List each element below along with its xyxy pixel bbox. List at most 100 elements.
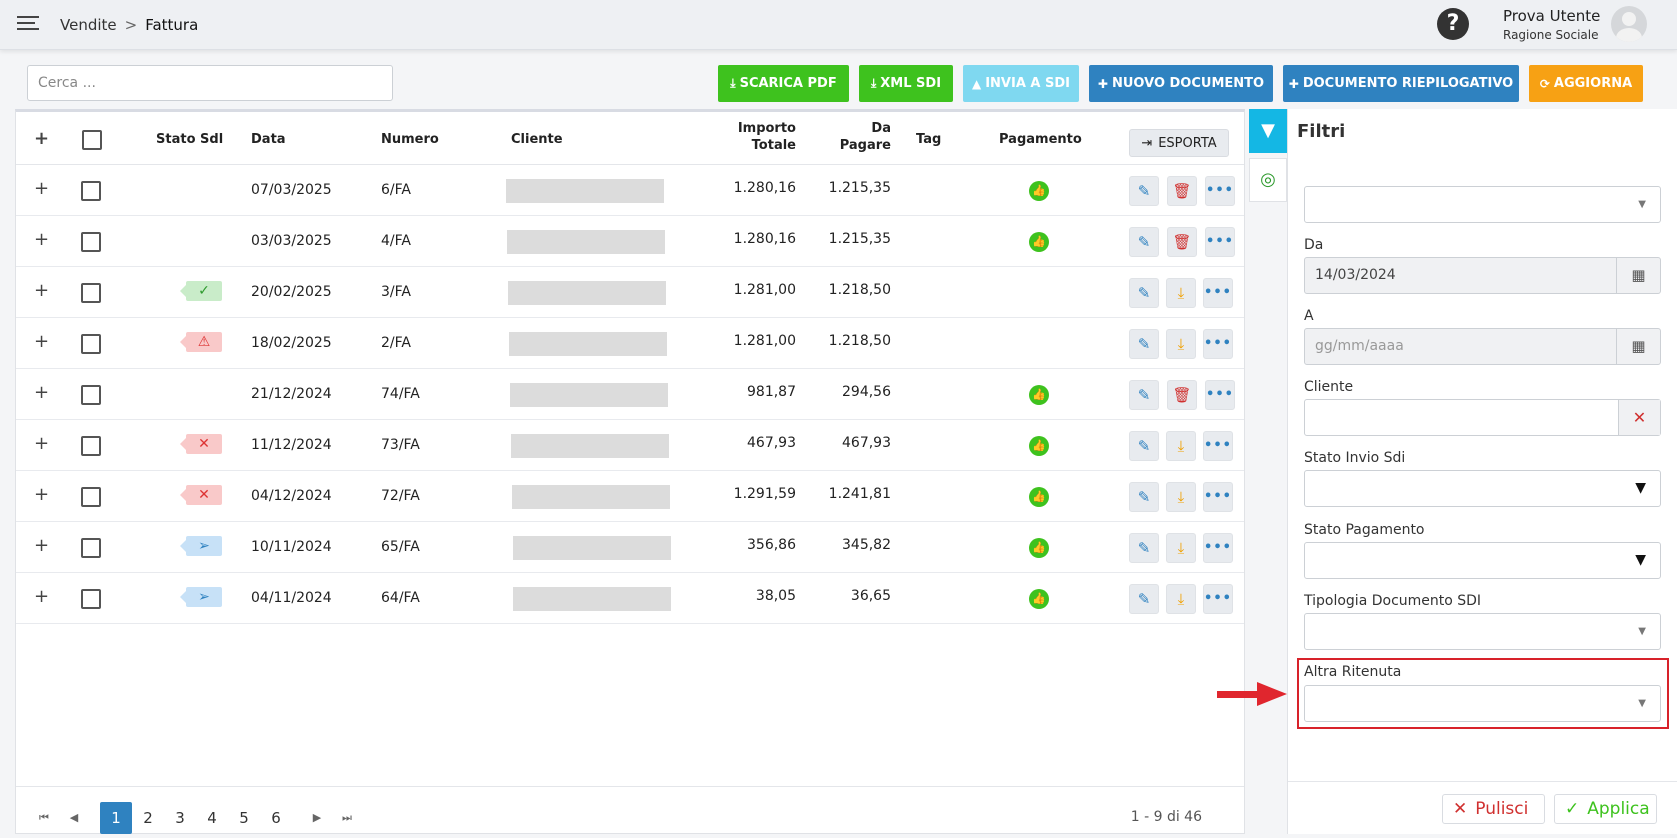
first-page-icon[interactable]: ⏮ [28,802,60,834]
calendar-icon[interactable]: ▦ [1616,329,1660,364]
da-date-input[interactable]: 14/03/2024 ▦ [1304,257,1661,294]
page-button[interactable]: 6 [260,802,292,834]
menu-icon[interactable] [17,16,39,32]
altra-ritenuta-select[interactable]: ▼ [1304,685,1661,722]
download-icon[interactable]: ⤓ [1166,278,1196,308]
col-da-pagare[interactable]: Da Pagare [806,120,891,154]
col-cliente[interactable]: Cliente [511,132,563,147]
download-icon[interactable]: ⤓ [1166,329,1196,359]
download-icon[interactable]: ⤓ [1166,431,1196,461]
table-row[interactable]: + ✕ 11/12/2024 73/FA 467,93 467,93 👍 ✎ ⤓ ••• [16,420,1244,471]
xml-sdi-button[interactable]: ⤓ XML SDI [859,65,953,102]
col-stato-sdi[interactable]: Stato Sdl [156,132,223,147]
stato-invio-select[interactable]: ▼ [1304,470,1661,507]
more-icon[interactable]: ••• [1203,533,1233,563]
table-row[interactable]: + ⚠ 18/02/2025 2/FA 1.281,00 1.218,50 ✎ ⤓ ••• [16,318,1244,369]
expand-row-icon[interactable]: + [34,178,49,199]
more-icon[interactable]: ••• [1205,380,1235,410]
expand-row-icon[interactable]: + [34,280,49,301]
row-checkbox[interactable] [81,232,101,252]
aggiorna-button[interactable]: ⟳ AGGIORNA [1529,65,1643,102]
scarica-pdf-button[interactable]: ⤓ SCARICA PDF [718,65,849,102]
more-icon[interactable]: ••• [1205,227,1235,257]
expand-row-icon[interactable]: + [34,433,49,454]
clear-icon[interactable]: ✕ [1618,400,1660,435]
download-icon[interactable]: ⤓ [1166,584,1196,614]
edit-icon[interactable]: ✎ [1129,533,1159,563]
more-icon[interactable]: ••• [1203,482,1233,512]
expand-row-icon[interactable]: + [34,229,49,250]
col-pagamento[interactable]: Pagamento [999,132,1082,147]
download-icon[interactable]: ⤓ [1166,533,1196,563]
row-checkbox[interactable] [81,589,101,609]
edit-icon[interactable]: ✎ [1129,278,1159,308]
page-button[interactable]: 2 [132,802,164,834]
expand-row-icon[interactable]: + [34,586,49,607]
esporta-button[interactable]: ⇥ ESPORTA [1129,129,1229,157]
edit-icon[interactable]: ✎ [1129,329,1159,359]
table-row[interactable]: +21/12/2024 74/FA 981,87 294,56 👍 ✎ 🗑 ••• [16,369,1244,420]
nuovo-documento-button[interactable]: ✚ NUOVO DOCUMENTO [1089,65,1273,102]
edit-icon[interactable]: ✎ [1129,176,1159,206]
delete-icon[interactable]: 🗑 [1167,176,1197,206]
row-checkbox[interactable] [81,181,101,201]
more-icon[interactable]: ••• [1205,176,1235,206]
more-icon[interactable]: ••• [1203,431,1233,461]
avatar[interactable] [1611,6,1647,42]
prev-page-icon[interactable]: ◀ [58,802,90,834]
col-data[interactable]: Data [251,132,286,147]
pulisci-button[interactable]: ✕ Pulisci [1442,794,1545,824]
row-checkbox[interactable] [81,283,101,303]
breadcrumb-vendite[interactable]: Vendite [60,16,117,34]
table-row[interactable]: +03/03/2025 4/FA 1.280,16 1.215,35 👍 ✎ 🗑 ••• [16,216,1244,267]
row-checkbox[interactable] [81,334,101,354]
tipologia-select[interactable]: ▼ [1304,613,1661,650]
edit-icon[interactable]: ✎ [1129,431,1159,461]
row-checkbox[interactable] [81,487,101,507]
table-row[interactable]: +07/03/2025 6/FA 1.280,16 1.215,35 👍 ✎ 🗑 ••• [16,165,1244,216]
col-importo-totale[interactable]: Importo Totale [706,120,796,154]
documento-riepilogativo-button[interactable]: ✚ DOCUMENTO RIEPILOGATIVO [1283,65,1519,102]
cliente-input[interactable]: ✕ [1304,399,1661,436]
download-icon[interactable]: ⤓ [1166,482,1196,512]
help-icon[interactable]: ? [1437,8,1469,40]
table-row[interactable]: + ➢ 04/11/2024 64/FA 38,05 36,65 👍 ✎ ⤓ ••• [16,573,1244,624]
a-date-input[interactable]: gg/mm/aaaa ▦ [1304,328,1661,365]
applica-button[interactable]: ✓ Applica [1554,794,1657,824]
row-checkbox[interactable] [81,436,101,456]
edit-icon[interactable]: ✎ [1129,482,1159,512]
expand-row-icon[interactable]: + [34,382,49,403]
page-button[interactable]: 3 [164,802,196,834]
lifebuoy-icon[interactable]: ◎ [1249,158,1287,202]
more-icon[interactable]: ••• [1203,584,1233,614]
row-checkbox[interactable] [81,538,101,558]
expand-row-icon[interactable]: + [34,535,49,556]
invia-sdi-button[interactable]: ▲ INVIA A SDI [963,65,1079,102]
select-all-checkbox[interactable] [82,130,102,150]
expand-row-icon[interactable]: + [34,331,49,352]
page-button[interactable]: 1 [100,802,132,834]
row-checkbox[interactable] [81,385,101,405]
next-page-icon[interactable]: ▶ [301,802,333,834]
search-input[interactable] [27,65,393,101]
edit-icon[interactable]: ✎ [1129,584,1159,614]
expand-all-icon[interactable]: + [34,128,49,149]
table-row[interactable]: + ✓ 20/02/2025 3/FA 1.281,00 1.218,50 ✎ ⤓ ••• [16,267,1244,318]
col-numero[interactable]: Numero [381,132,439,147]
year-select[interactable]: ▼ [1304,186,1661,223]
calendar-icon[interactable]: ▦ [1616,258,1660,293]
page-button[interactable]: 4 [196,802,228,834]
last-page-icon[interactable]: ⏭ [331,802,363,834]
table-row[interactable]: + ➢ 10/11/2024 65/FA 356,86 345,82 👍 ✎ ⤓ ••• [16,522,1244,573]
edit-icon[interactable]: ✎ [1129,380,1159,410]
table-row[interactable]: + ✕ 04/12/2024 72/FA 1.291,59 1.241,81 👍 ✎ ⤓ ••• [16,471,1244,522]
filter-tab-icon[interactable]: ▼ [1249,109,1287,153]
edit-icon[interactable]: ✎ [1129,227,1159,257]
stato-pagamento-select[interactable]: ▼ [1304,542,1661,579]
more-icon[interactable]: ••• [1203,278,1233,308]
more-icon[interactable]: ••• [1203,329,1233,359]
page-button[interactable]: 5 [228,802,260,834]
col-tag[interactable]: Tag [916,132,941,147]
delete-icon[interactable]: 🗑 [1167,380,1197,410]
expand-row-icon[interactable]: + [34,484,49,505]
